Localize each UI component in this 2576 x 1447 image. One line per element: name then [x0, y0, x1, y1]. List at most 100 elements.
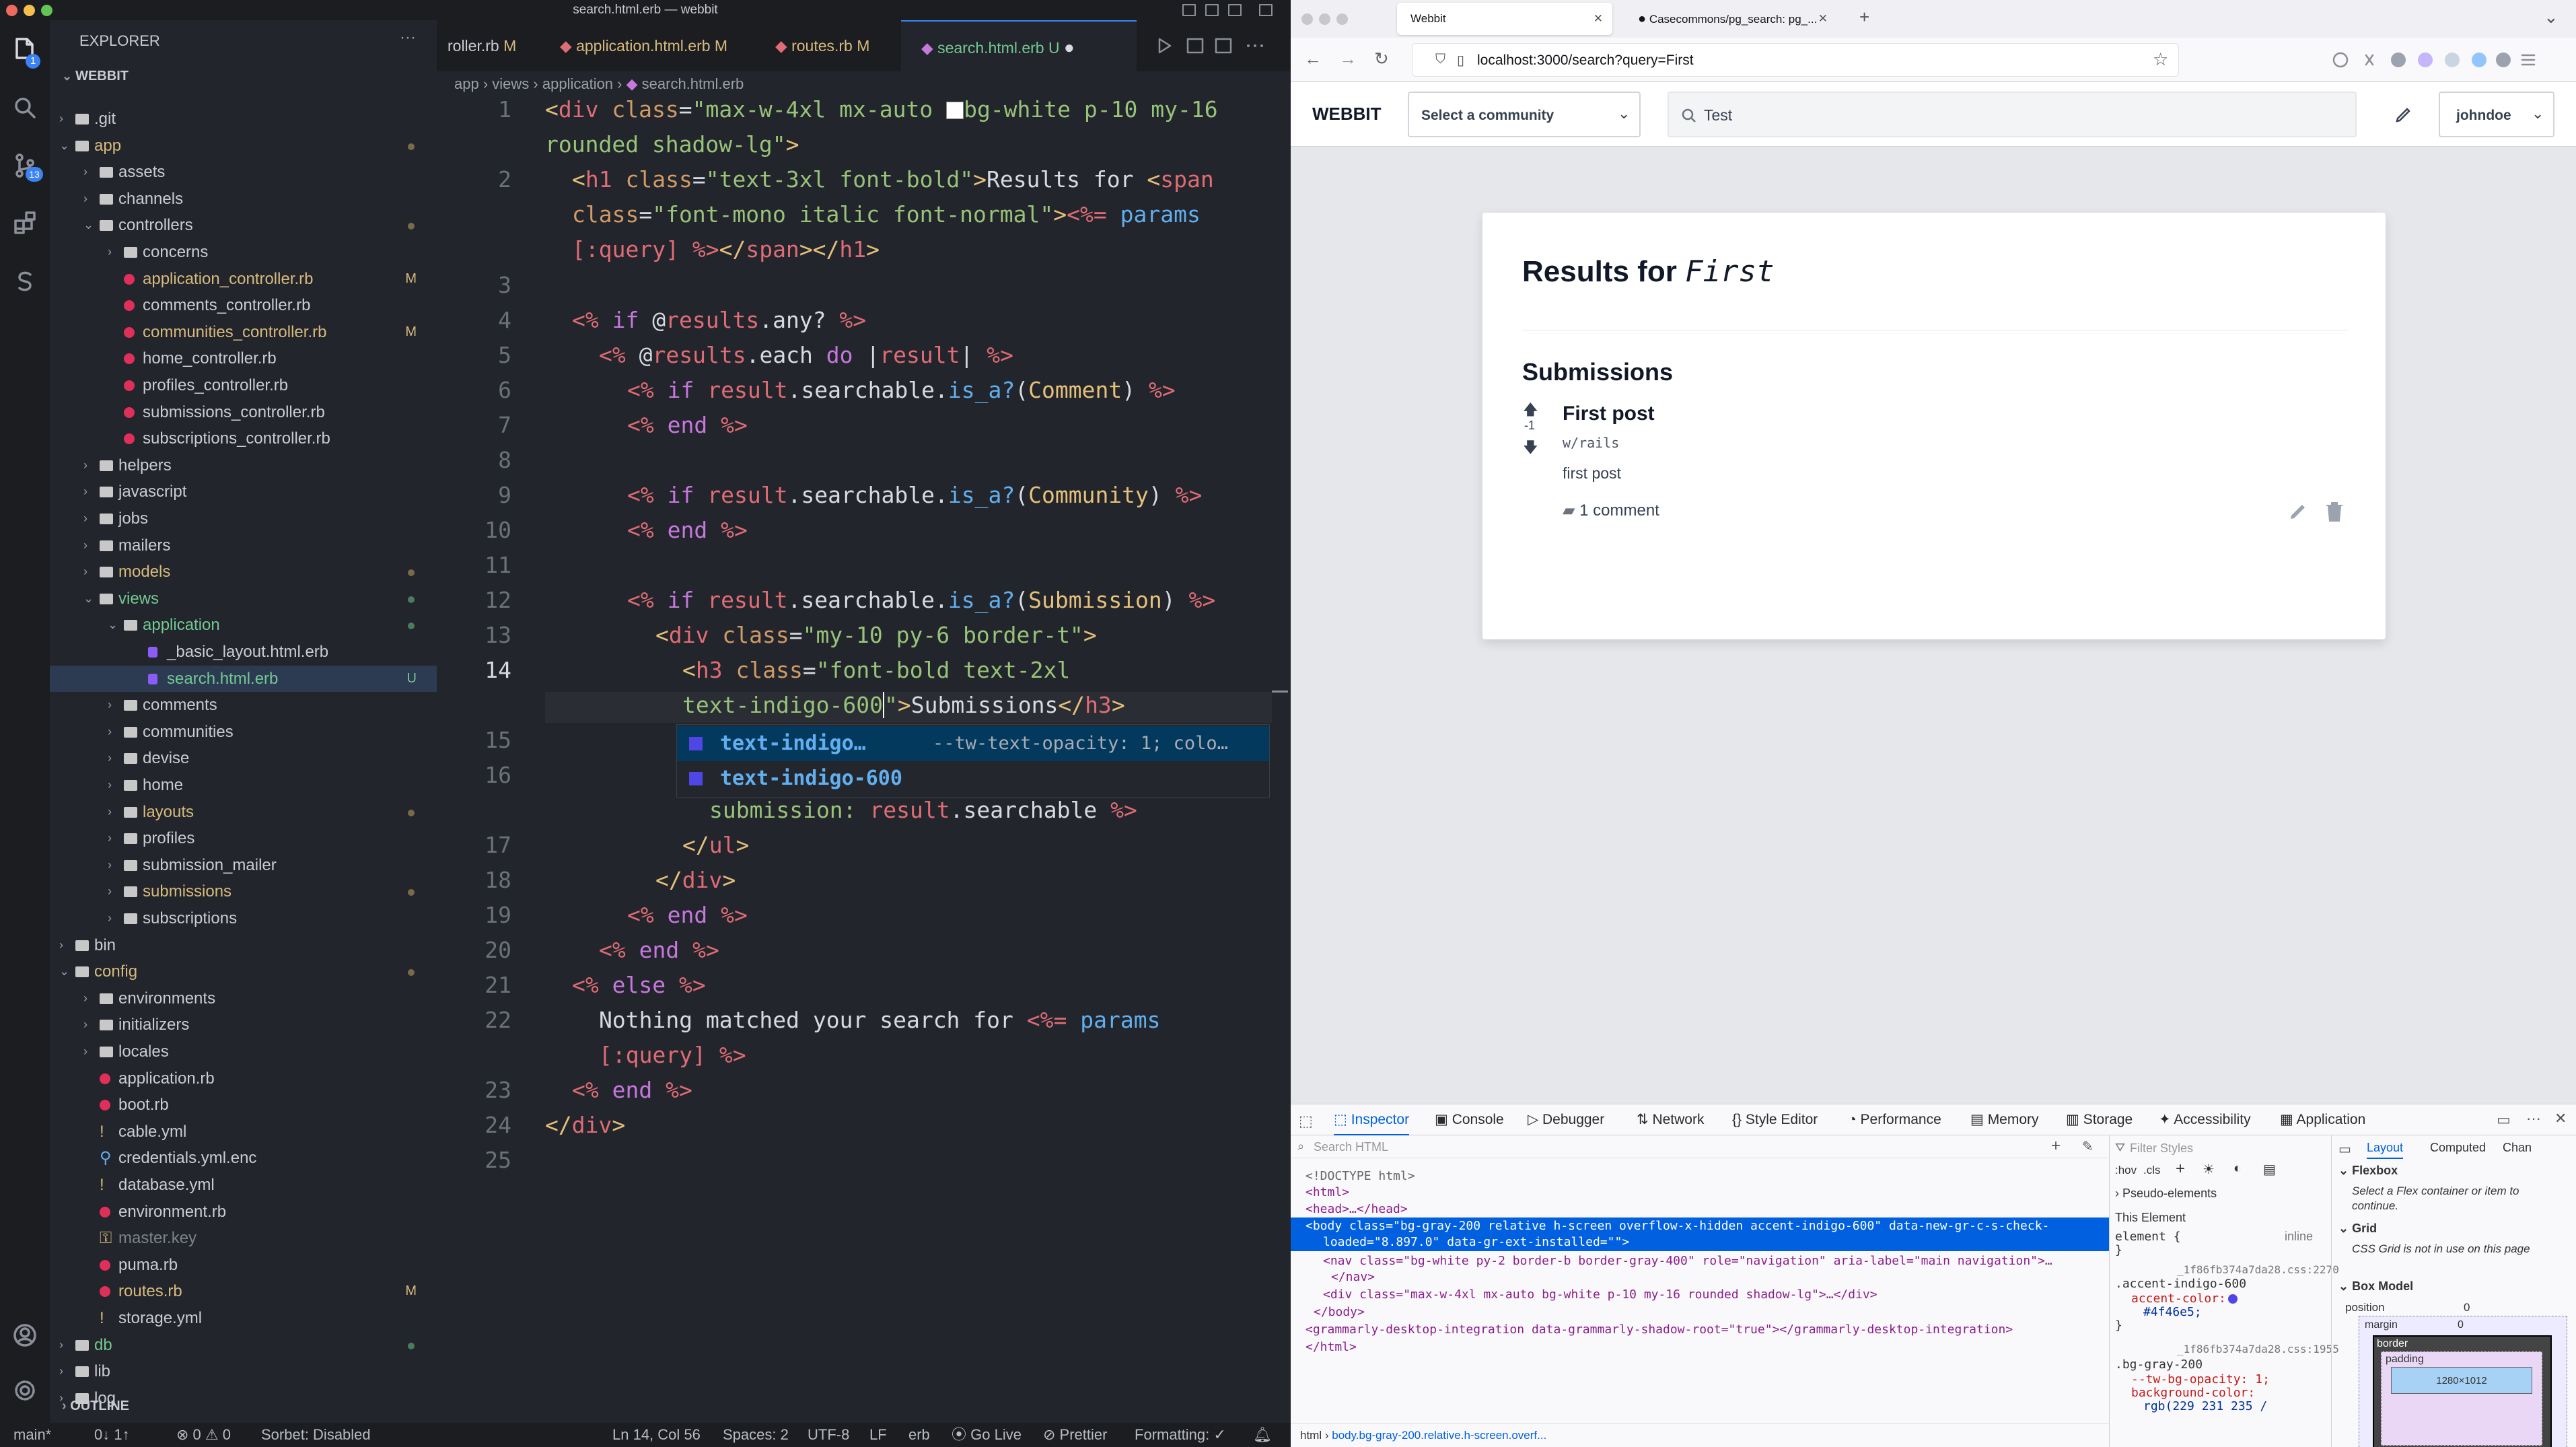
minimize-window-button[interactable]: [1319, 13, 1330, 25]
devtools-tab-performance[interactable]: ◔ Performance: [1848, 1104, 1941, 1135]
node-path-item[interactable]: html: [1291, 1429, 1322, 1442]
eyedropper-icon[interactable]: ✎: [2082, 1138, 2094, 1155]
tree-item[interactable]: application.rb: [50, 1065, 437, 1092]
tree-item[interactable]: ⌄ application: [50, 612, 437, 639]
html-node[interactable]: </nav>: [1331, 1270, 1375, 1284]
extension-icons[interactable]: [2327, 50, 2569, 70]
user-menu[interactable]: johndoe ⌄: [2439, 92, 2554, 137]
devtools-tab-console[interactable]: ▣ Console: [1435, 1104, 1504, 1135]
tree-item[interactable]: ⌄ app: [50, 133, 437, 160]
close-tab-icon[interactable]: ✕: [1594, 3, 1603, 35]
devtools-tab-memory[interactable]: ▤ Memory: [1970, 1104, 2039, 1135]
tree-item[interactable]: search.html.erb U: [50, 665, 437, 693]
tree-item[interactable]: comments_controller.rb: [50, 292, 437, 319]
suggestion-item[interactable]: text-indigo… --tw-text-opacity: 1; colo…: [677, 726, 1269, 761]
tree-item[interactable]: ⌄ config: [50, 958, 437, 985]
rule-source-link[interactable]: _1f86fb374a7da28.css:1955: [2177, 1343, 2339, 1355]
tree-item[interactable]: _basic_layout.html.erb: [50, 639, 437, 666]
reload-icon[interactable]: ↻: [1374, 48, 1389, 69]
html-node[interactable]: <head>…</head>: [1305, 1202, 1408, 1216]
devtools-tab-network[interactable]: ⇅ Network: [1637, 1104, 1704, 1135]
tree-item[interactable]: › locales: [50, 1038, 437, 1065]
css-selector[interactable]: .bg-gray-200: [2115, 1357, 2203, 1372]
css-selector[interactable]: .accent-indigo-600: [2115, 1277, 2246, 1291]
filter-styles-input[interactable]: Filter Styles: [2130, 1141, 2193, 1156]
tree-item[interactable]: › home: [50, 772, 437, 799]
css-property[interactable]: accent-color:: [2131, 1292, 2226, 1306]
css-value[interactable]: rgb(229 231 235 /: [2143, 1399, 2267, 1413]
settings-gear-icon[interactable]: [11, 1377, 38, 1404]
close-tab-icon[interactable]: ✕: [1818, 3, 1828, 35]
css-property[interactable]: --tw-bg-opacity: 1;: [2131, 1372, 2270, 1386]
css-rule[interactable]: element {: [2115, 1230, 2181, 1244]
comments-link[interactable]: ▰ 1 comment: [1563, 501, 1659, 520]
margin-value[interactable]: 0: [2458, 1319, 2464, 1331]
tab-application-html[interactable]: ◆ application.html.erb M: [548, 20, 756, 71]
browser-tab-pg-search[interactable]: ● Casecommons/pg_search: pg_... ✕: [1627, 3, 1842, 35]
cursor-position[interactable]: Ln 14, Col 56: [612, 1423, 701, 1447]
html-node[interactable]: </html>: [1305, 1340, 1357, 1354]
outline-section[interactable]: › OUTLINE: [62, 1399, 129, 1414]
tree-item[interactable]: › db: [50, 1332, 437, 1359]
devtools-tab-storage[interactable]: ▥ Storage: [2066, 1104, 2133, 1135]
back-icon[interactable]: ←: [1304, 48, 1322, 69]
print-icon[interactable]: ▤: [2263, 1161, 2276, 1178]
close-window-button[interactable]: [1301, 13, 1313, 25]
indentation-status[interactable]: Spaces: 2: [723, 1423, 789, 1447]
tree-item[interactable]: › mailers: [50, 532, 437, 559]
devtools-tab-style-editor[interactable]: {} Style Editor: [1732, 1104, 1818, 1135]
tree-item[interactable]: environment.rb: [50, 1199, 437, 1226]
editor-actions[interactable]: [1154, 35, 1275, 57]
breadcrumb-item[interactable]: application: [542, 75, 613, 92]
formatting-status[interactable]: Formatting: ✓: [1135, 1423, 1226, 1447]
tree-item[interactable]: › models: [50, 559, 437, 586]
html-node[interactable]: <!DOCTYPE html>: [1305, 1169, 1415, 1183]
hover-toggle[interactable]: :hov: [2115, 1164, 2137, 1177]
css-value[interactable]: #4f46e5;: [2143, 1305, 2202, 1319]
element-picker-icon[interactable]: ⬚: [1299, 1113, 1313, 1130]
more-options-icon[interactable]: ···: [2526, 1110, 2541, 1127]
breadcrumb-item[interactable]: search.html.erb: [642, 75, 744, 92]
html-node-selected[interactable]: <body class="bg-gray-200 relative h-scre…: [1305, 1219, 2049, 1233]
close-window-button[interactable]: [6, 5, 17, 16]
close-devtools-icon[interactable]: ✕: [2554, 1110, 2567, 1127]
tab-layout[interactable]: Layout: [2367, 1141, 2404, 1159]
tree-item[interactable]: ⌄ controllers: [50, 212, 437, 239]
tree-item[interactable]: puma.rb: [50, 1252, 437, 1279]
tree-item[interactable]: ⚿ master.key: [50, 1225, 437, 1252]
html-node[interactable]: <grammarly-desktop-integration data-gram…: [1305, 1322, 2013, 1337]
tree-item[interactable]: ! cable.yml: [50, 1119, 437, 1145]
class-toggle[interactable]: .cls: [2143, 1164, 2161, 1177]
maximize-window-button[interactable]: [41, 5, 52, 16]
tree-item[interactable]: boot.rb: [50, 1092, 437, 1119]
tree-item[interactable]: › profiles: [50, 825, 437, 852]
html-search-input[interactable]: Search HTML: [1314, 1140, 1388, 1154]
tree-item[interactable]: › javascript: [50, 479, 437, 505]
grid-section[interactable]: ⌄ Grid: [2338, 1222, 2377, 1236]
edit-pencil-icon[interactable]: [2287, 501, 2309, 522]
color-swatch[interactable]: [2228, 1294, 2238, 1304]
add-node-icon[interactable]: +: [2051, 1137, 2061, 1156]
tab-routes[interactable]: ◆ routes.rb M: [756, 20, 901, 71]
account-icon[interactable]: [11, 1322, 38, 1349]
position-value[interactable]: 0: [2464, 1301, 2470, 1314]
maximize-window-button[interactable]: [1336, 13, 1348, 25]
tree-item[interactable]: › comments: [50, 692, 437, 719]
delete-trash-icon[interactable]: [2324, 501, 2345, 524]
post-community-link[interactable]: w/rails: [1563, 435, 1619, 451]
breadcrumb-item[interactable]: app: [437, 75, 479, 92]
sidebar-toggle-icon[interactable]: ▭: [2338, 1141, 2351, 1158]
bookmark-star-icon[interactable]: ☆: [2153, 49, 2168, 70]
tree-item[interactable]: submissions_controller.rb: [50, 399, 437, 426]
html-node[interactable]: <div class="max-w-4xl mx-auto bg-white p…: [1323, 1287, 1877, 1302]
tree-item[interactable]: › subscriptions: [50, 905, 437, 932]
brand-logo[interactable]: WEBBIT: [1312, 104, 1382, 125]
tree-item[interactable]: ! storage.yml: [50, 1305, 437, 1332]
search-input[interactable]: Test: [1668, 92, 2357, 137]
breadcrumb-item[interactable]: views: [492, 75, 529, 92]
downvote-arrow-icon[interactable]: 🡇: [1523, 436, 1538, 462]
address-bar[interactable]: ⛉ ▯ localhost:3000/search?query=First ☆: [1412, 43, 2179, 77]
tab-computed[interactable]: Computed: [2430, 1141, 2486, 1155]
browser-tab-webbit[interactable]: Webbit ✕: [1397, 3, 1612, 35]
new-tab-button[interactable]: +: [1859, 7, 1869, 28]
